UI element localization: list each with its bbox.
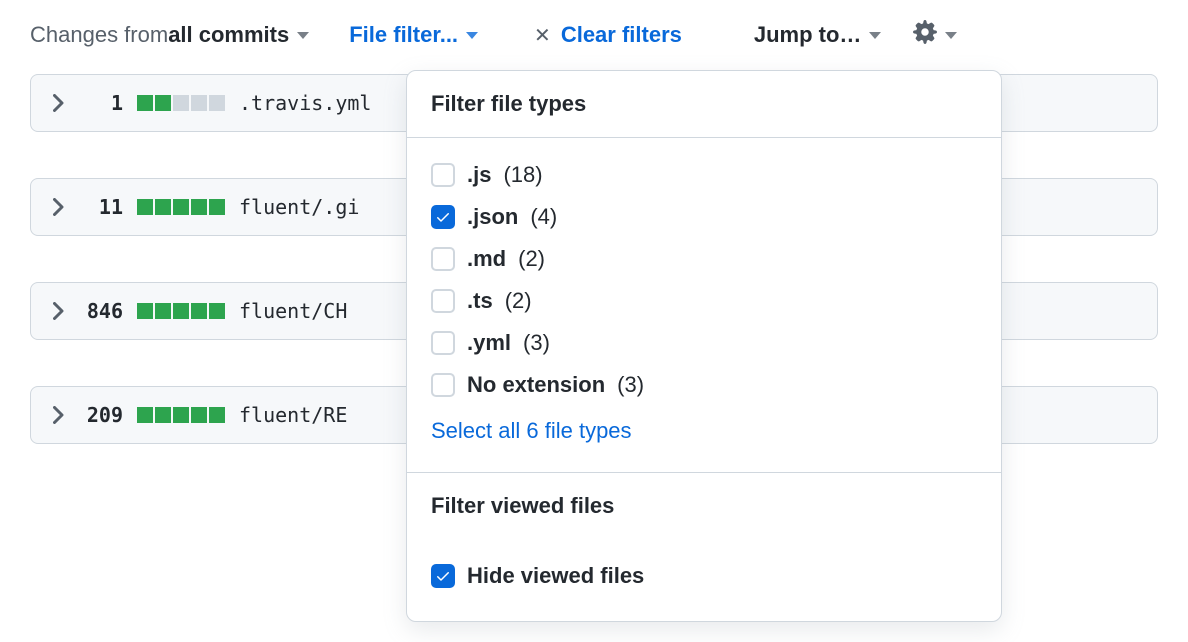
changes-prefix: Changes from: [30, 22, 168, 48]
diff-stat-squares: [137, 407, 225, 423]
file-type-ext: .json: [467, 204, 518, 230]
file-type-ext: .md: [467, 246, 506, 272]
file-type-ext: .yml: [467, 330, 511, 356]
diff-count: 11: [81, 195, 123, 219]
caret-down-icon: [945, 32, 957, 39]
file-type-count: (4): [530, 204, 557, 230]
diff-toolbar: Changes from all commits File filter... …: [0, 0, 1188, 74]
checkbox-icon: [431, 331, 455, 355]
diff-stat-squares: [137, 95, 225, 111]
checkbox-checked-icon: [431, 564, 455, 588]
jump-to-label: Jump to…: [754, 22, 862, 48]
changes-from-dropdown[interactable]: Changes from all commits: [30, 22, 309, 48]
file-filter-dropdown[interactable]: File filter...: [349, 22, 478, 48]
chevron-right-icon[interactable]: [51, 94, 67, 112]
diff-count: 1: [81, 91, 123, 115]
jump-to-dropdown[interactable]: Jump to…: [754, 22, 882, 48]
file-type-ext: No extension: [467, 372, 605, 398]
checkbox-icon: [431, 247, 455, 271]
file-filter-panel: Filter file types .js (18).json (4).md (…: [406, 70, 1002, 622]
caret-down-icon: [466, 32, 478, 39]
chevron-right-icon[interactable]: [51, 198, 67, 216]
file-type-ext: .ts: [467, 288, 493, 314]
file-type-count: (3): [617, 372, 644, 398]
file-type-option[interactable]: .yml (3): [431, 322, 977, 364]
filter-viewed-heading: Filter viewed files: [407, 473, 1001, 539]
hide-viewed-files-toggle[interactable]: Hide viewed files: [431, 555, 977, 597]
checkbox-icon: [431, 163, 455, 187]
diff-settings-button[interactable]: [913, 20, 957, 50]
diff-stat-squares: [137, 199, 225, 215]
file-type-option[interactable]: .md (2): [431, 238, 977, 280]
caret-down-icon: [869, 32, 881, 39]
file-type-count: (2): [518, 246, 545, 272]
file-type-count: (3): [523, 330, 550, 356]
caret-down-icon: [297, 32, 309, 39]
clear-filters-label: Clear filters: [561, 22, 682, 48]
diff-count: 209: [81, 403, 123, 427]
chevron-right-icon[interactable]: [51, 302, 67, 320]
changes-value: all commits: [168, 22, 289, 48]
select-all-file-types-link[interactable]: Select all 6 file types: [431, 406, 977, 464]
file-type-count: (18): [503, 162, 542, 188]
gear-icon: [913, 20, 937, 50]
file-type-option[interactable]: .json (4): [431, 196, 977, 238]
file-filter-label: File filter...: [349, 22, 458, 48]
diff-stat-squares: [137, 303, 225, 319]
file-type-ext: .js: [467, 162, 491, 188]
hide-viewed-label: Hide viewed files: [467, 563, 644, 589]
x-icon: ✕: [534, 23, 551, 48]
checkbox-checked-icon: [431, 205, 455, 229]
file-name[interactable]: fluent/.gi: [239, 195, 359, 219]
diff-count: 846: [81, 299, 123, 323]
chevron-right-icon[interactable]: [51, 406, 67, 424]
clear-filters-button[interactable]: ✕ Clear filters: [534, 22, 682, 48]
filter-types-heading: Filter file types: [407, 71, 1001, 138]
file-type-option[interactable]: .js (18): [431, 154, 977, 196]
file-type-option[interactable]: .ts (2): [431, 280, 977, 322]
file-name[interactable]: fluent/CH: [239, 299, 347, 323]
file-name[interactable]: fluent/RE: [239, 403, 347, 427]
file-type-option[interactable]: No extension (3): [431, 364, 977, 406]
file-name[interactable]: .travis.yml: [239, 91, 371, 115]
checkbox-icon: [431, 289, 455, 313]
checkbox-icon: [431, 373, 455, 397]
file-type-count: (2): [505, 288, 532, 314]
file-types-list: .js (18).json (4).md (2).ts (2).yml (3)N…: [407, 138, 1001, 472]
